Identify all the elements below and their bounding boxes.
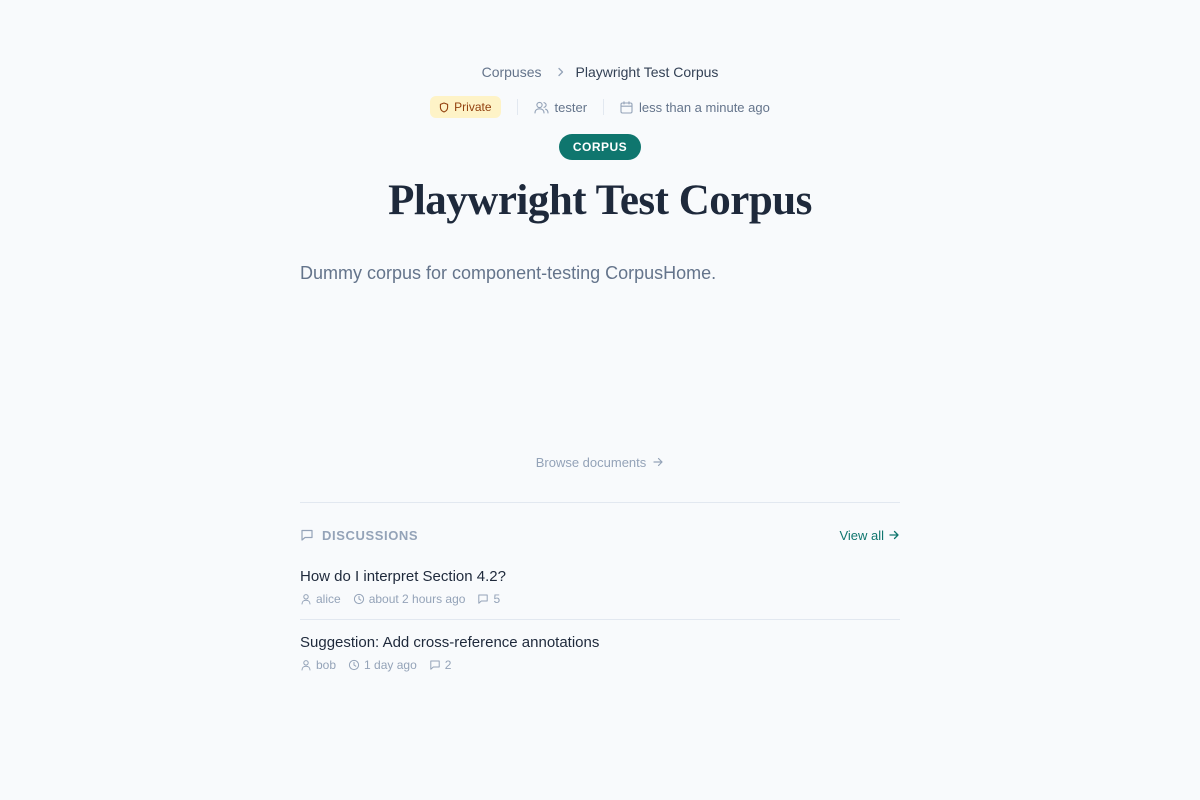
calendar-icon xyxy=(620,100,633,114)
author-name: alice xyxy=(316,592,341,606)
created-time: less than a minute ago xyxy=(639,99,770,115)
clock-icon xyxy=(353,593,365,605)
thread-author: bob xyxy=(300,658,336,672)
browse-documents-label: Browse documents xyxy=(535,454,647,470)
created-meta: less than a minute ago xyxy=(620,100,770,115)
owner-meta: tester xyxy=(533,99,588,115)
arrow-right-icon xyxy=(652,456,664,468)
thread-title[interactable]: Suggestion: Add cross-reference annotati… xyxy=(300,633,900,653)
thread-time: 1 day ago xyxy=(348,658,417,672)
user-icon xyxy=(300,593,312,605)
thread-meta: bob 1 day ago 2 xyxy=(300,657,900,673)
reply-count: 5 xyxy=(493,592,501,606)
author-name: bob xyxy=(316,658,337,672)
owner-name: tester xyxy=(554,99,588,115)
corpus-description: Dummy corpus for component-testing Corpu… xyxy=(300,263,717,283)
user-icon xyxy=(300,659,312,671)
message-square-icon xyxy=(300,528,314,542)
discussions-heading: DISCUSSIONS xyxy=(300,528,418,543)
breadcrumb-current: Playwright Test Corpus xyxy=(575,64,719,80)
meta-divider xyxy=(603,99,605,115)
chevron-right-icon xyxy=(556,67,566,77)
breadcrumb-corpuses-link[interactable]: Corpuses xyxy=(482,64,542,80)
discussions-heading-label: DISCUSSIONS xyxy=(322,527,419,543)
breadcrumb: Corpuses Playwright Test Corpus xyxy=(0,63,1200,81)
meta-divider xyxy=(516,99,518,115)
clock-icon xyxy=(348,659,360,671)
thread-replies: 5 xyxy=(477,592,500,606)
reply-count: 2 xyxy=(444,658,452,672)
message-square-icon xyxy=(429,659,441,671)
arrow-right-icon xyxy=(888,529,900,541)
time-label: 1 day ago xyxy=(364,658,417,672)
corpus-meta-row: Private tester less than a minute ago xyxy=(0,96,1200,118)
thread-time: about 2 hours ago xyxy=(353,592,466,606)
view-all-discussions-link[interactable]: View all xyxy=(839,528,900,543)
thread-author: alice xyxy=(300,592,341,606)
discussions-header: DISCUSSIONS View all xyxy=(300,525,900,545)
section-divider xyxy=(300,502,900,503)
discussion-thread[interactable]: How do I interpret Section 4.2? alice ab… xyxy=(300,567,900,607)
visibility-label: Private xyxy=(454,100,492,114)
visibility-badge: Private xyxy=(430,96,501,118)
time-label: about 2 hours ago xyxy=(368,592,466,606)
browse-documents-link[interactable]: Browse documents xyxy=(0,453,1200,471)
discussion-thread[interactable]: Suggestion: Add cross-reference annotati… xyxy=(300,633,900,673)
users-icon xyxy=(533,101,549,114)
view-all-label: View all xyxy=(839,527,884,543)
corpus-home-page: Corpuses Playwright Test Corpus Private … xyxy=(0,0,1200,800)
message-square-icon xyxy=(477,593,489,605)
shield-icon xyxy=(439,101,449,113)
thread-divider xyxy=(300,619,900,620)
thread-replies: 2 xyxy=(429,658,452,672)
thread-meta: alice about 2 hours ago 5 xyxy=(300,591,900,607)
corpus-type-badge: CORPUS xyxy=(559,134,641,160)
thread-title[interactable]: How do I interpret Section 4.2? xyxy=(300,567,900,587)
page-title: Playwright Test Corpus xyxy=(388,177,812,224)
